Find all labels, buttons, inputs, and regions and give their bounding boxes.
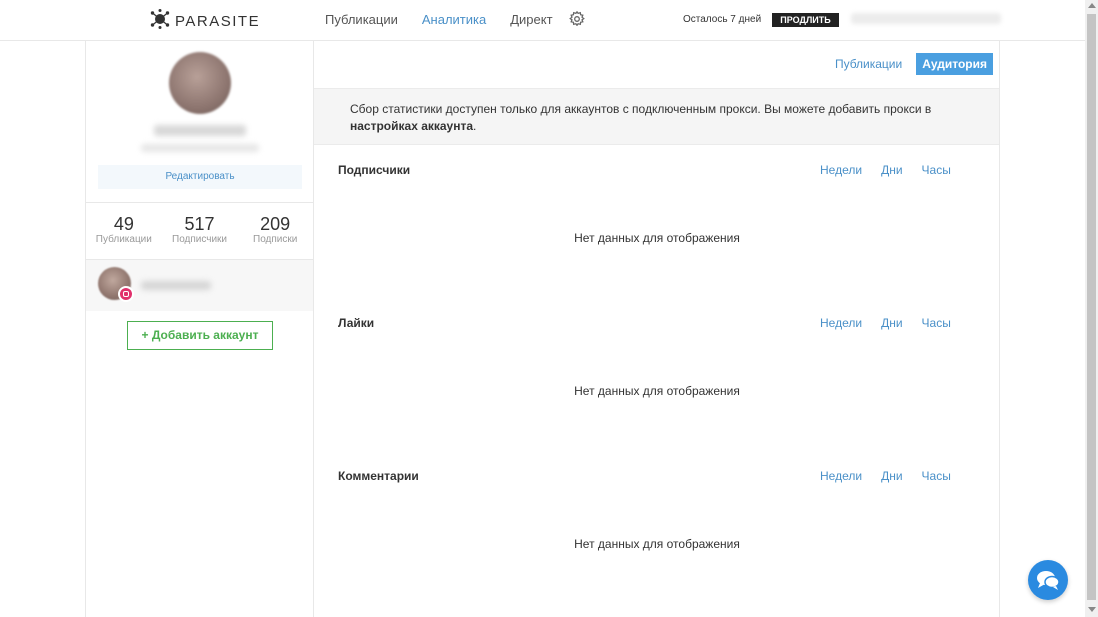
period-weeks-link[interactable]: Недели <box>820 316 862 330</box>
main-nav: Публикации Аналитика Директ <box>325 12 553 27</box>
chat-button[interactable] <box>1028 560 1068 600</box>
logo-text: PARASITE <box>175 13 261 30</box>
empty-message: Нет данных для отображения <box>574 537 740 551</box>
logo[interactable]: PARASITE <box>150 9 260 34</box>
section-likes: Лайки Недели Дни Часы Нет данных для ото… <box>314 316 1000 466</box>
period-days-link[interactable]: Дни <box>881 163 902 177</box>
section-followers: Подписчики Недели Дни Часы Нет данных дл… <box>314 163 1000 313</box>
stat-value: 49 <box>113 214 134 234</box>
edit-profile-button[interactable]: Редактировать <box>98 165 302 189</box>
section-title: Лайки <box>338 316 375 330</box>
tab-publications[interactable]: Публикации <box>835 53 902 75</box>
period-days-link[interactable]: Дни <box>881 316 902 330</box>
stat-value: 517 <box>184 214 215 234</box>
section-title: Подписчики <box>338 163 411 177</box>
sidebar: Редактировать 49 Публикации 517 Подписчи… <box>85 41 314 617</box>
stat-followers: 517 Подписчики <box>162 203 238 259</box>
period-links: Недели Дни Часы <box>820 163 951 177</box>
gear-icon[interactable] <box>569 11 585 27</box>
scroll-thumb[interactable] <box>1087 14 1096 600</box>
profile-avatar <box>169 52 231 114</box>
period-hours-link[interactable]: Часы <box>922 163 951 177</box>
parasite-logo-icon <box>150 9 170 34</box>
period-hours-link[interactable]: Часы <box>922 316 951 330</box>
renew-button[interactable]: ПРОДЛИТЬ <box>772 13 839 27</box>
period-links: Недели Дни Часы <box>820 316 951 330</box>
stat-label: Публикации <box>95 234 152 245</box>
proxy-notice: Сбор статистики доступен только для акка… <box>314 88 999 145</box>
stat-publications: 49 Публикации <box>86 203 162 259</box>
scroll-down-icon[interactable] <box>1088 607 1096 612</box>
profile-name-blurred <box>154 125 246 136</box>
empty-message: Нет данных для отображения <box>574 384 740 398</box>
section-title: Комментарии <box>338 469 419 483</box>
analytics-tabs: Публикации Аудитория <box>835 53 993 75</box>
notice-text: Сбор статистики доступен только для акка… <box>350 102 932 116</box>
page-scrollbar[interactable] <box>1085 0 1098 617</box>
notice-end: . <box>473 119 477 133</box>
account-name-blurred <box>141 281 211 290</box>
account-email-blurred[interactable] <box>851 13 1001 24</box>
nav-analytics[interactable]: Аналитика <box>422 12 486 27</box>
account-settings-link[interactable]: настройках аккаунта <box>350 119 473 133</box>
days-left-text: Осталось 7 дней <box>683 14 762 25</box>
instagram-icon <box>118 286 134 302</box>
empty-message: Нет данных для отображения <box>574 231 740 245</box>
stat-label: Подписчики <box>172 234 228 245</box>
period-hours-link[interactable]: Часы <box>922 469 951 483</box>
period-days-link[interactable]: Дни <box>881 469 902 483</box>
main-content: Публикации Аудитория Сбор статистики дос… <box>314 41 1000 617</box>
profile-stats: 49 Публикации 517 Подписчики 209 Подписк… <box>86 202 313 260</box>
add-account-button[interactable]: + Добавить аккаунт <box>127 321 273 350</box>
account-list-item[interactable] <box>86 260 313 311</box>
top-header: PARASITE Публикации Аналитика Директ Ост… <box>0 0 1085 41</box>
nav-direct[interactable]: Директ <box>510 12 552 27</box>
stat-value: 209 <box>260 214 291 234</box>
period-weeks-link[interactable]: Недели <box>820 469 862 483</box>
nav-publications[interactable]: Публикации <box>325 12 398 27</box>
section-comments: Комментарии Недели Дни Часы Нет данных д… <box>314 469 1000 617</box>
period-weeks-link[interactable]: Недели <box>820 163 862 177</box>
scroll-up-icon[interactable] <box>1088 3 1096 8</box>
tab-audience[interactable]: Аудитория <box>916 53 993 75</box>
profile-subtitle-blurred <box>141 144 259 152</box>
stat-following: 209 Подписки <box>237 203 313 259</box>
period-links: Недели Дни Часы <box>820 469 951 483</box>
stat-label: Подписки <box>253 234 298 245</box>
